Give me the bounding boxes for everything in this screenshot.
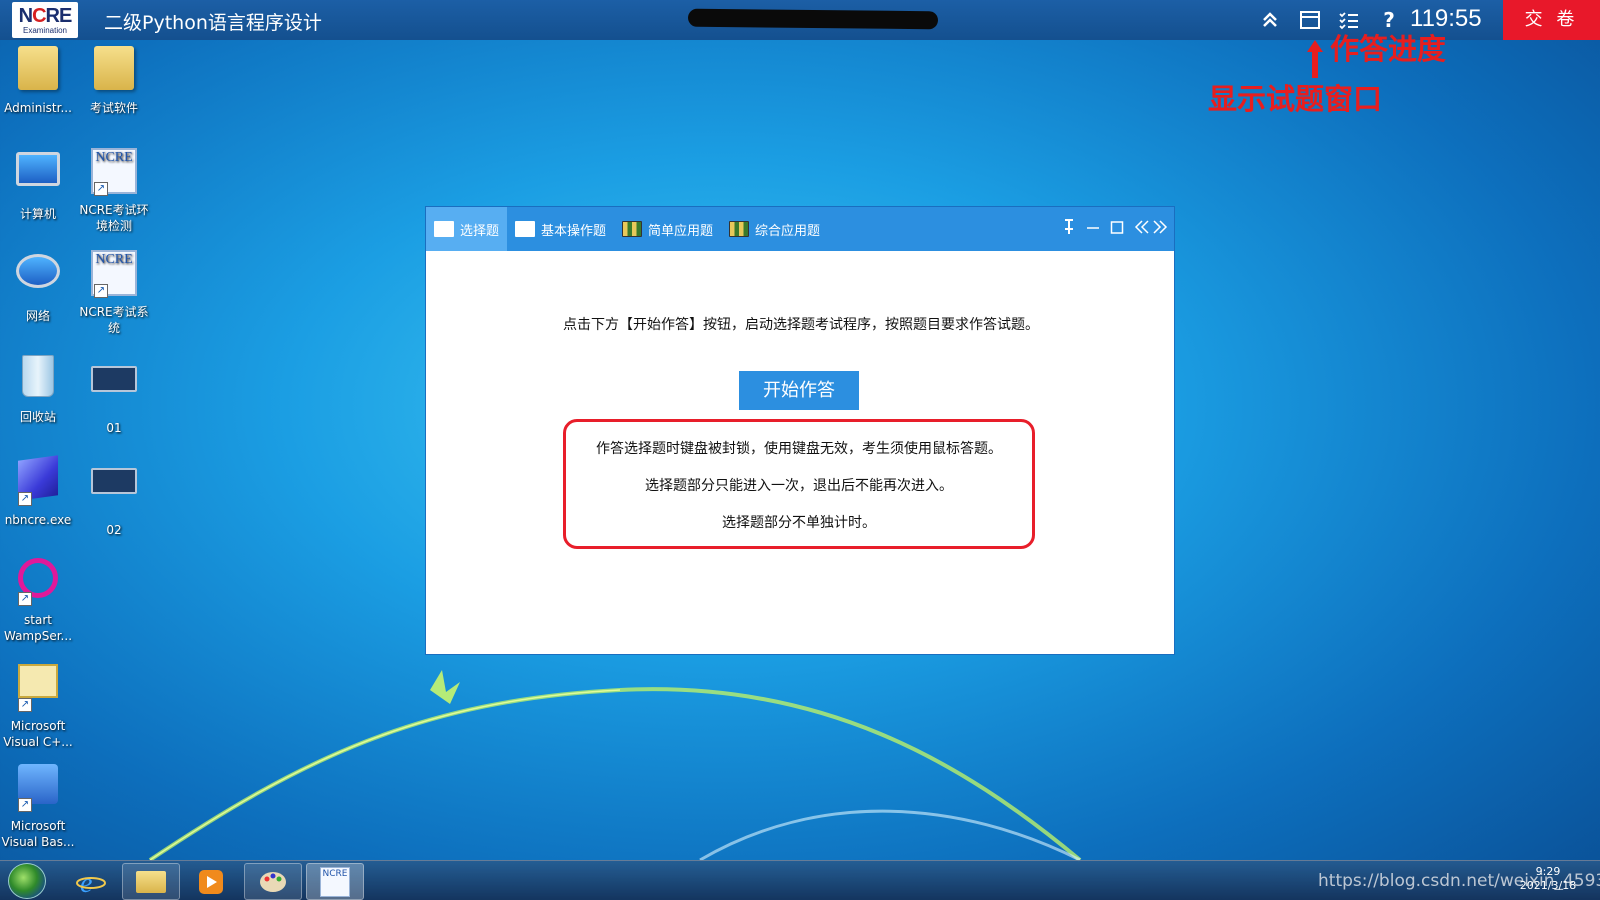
clock-date: 2021/3/18: [1519, 879, 1577, 892]
desktop-icon-02[interactable]: 02: [74, 454, 154, 538]
maximize-icon[interactable]: [1110, 219, 1124, 239]
desktop-icon-label: NCRE考试系统: [79, 305, 149, 335]
note-enter-once: 选择题部分只能进入一次，退出后不能再次进入。: [645, 478, 953, 494]
instruction-text: 点击下方【开始作答】按钮，启动选择题考试程序，按照题目要求作答试题。: [563, 317, 1039, 333]
window-icon: [91, 468, 137, 494]
logo-text: NCRE: [18, 4, 73, 27]
system-clock[interactable]: 9:29 2021/3/18: [1518, 865, 1578, 893]
desktop-icon-computer[interactable]: 计算机: [0, 148, 78, 222]
expand-right-icon[interactable]: [1152, 219, 1168, 239]
tab-comprehensive-application[interactable]: 综合应用题: [721, 207, 828, 251]
paint-icon[interactable]: [244, 863, 302, 900]
user-folder-icon: [18, 46, 58, 90]
desktop-icon-label: Administr...: [4, 101, 72, 115]
exam-title: 二级Python语言程序设计: [104, 12, 322, 34]
chart-icon: [729, 221, 750, 237]
pin-icon[interactable]: [1062, 219, 1076, 239]
redacted-candidate-info: [687, 8, 939, 30]
desktop-icon-label: 考试软件: [89, 101, 138, 115]
chart-icon: [622, 221, 643, 237]
desktop-icon-label: 网络: [25, 309, 50, 323]
annotation-show-window: 显示试题窗口: [1208, 82, 1383, 116]
tab-simple-application[interactable]: 简单应用题: [614, 207, 721, 251]
start-answering-button[interactable]: 开始作答: [739, 371, 859, 410]
ncre-taskbar-button[interactable]: NCRE: [306, 863, 364, 900]
start-button[interactable]: [8, 863, 46, 899]
note-keyboard-locked: 作答选择题时键盘被封锁，使用键盘无效，考生须使用鼠标答题。: [596, 441, 1002, 457]
tab-label: 综合应用题: [755, 223, 821, 239]
file-explorer-icon[interactable]: [122, 863, 180, 900]
collapse-left-icon[interactable]: [1134, 219, 1150, 239]
visual-cpp-icon: [18, 664, 58, 698]
tab-label: 简单应用题: [648, 223, 714, 239]
desktop-icon-label: 回收站: [19, 410, 56, 424]
svg-text:e: e: [80, 868, 92, 897]
annotation-arrow-icon: [1307, 40, 1323, 78]
computer-icon: [16, 152, 60, 186]
desktop-icon-visual-cpp[interactable]: ↗ Microsoft Visual C+...: [0, 658, 78, 750]
question-tabs: 选择题 基本操作题 简单应用题 综合应用题: [426, 207, 1174, 251]
annotation-progress: 作答进度: [1330, 32, 1447, 66]
desktop-icon-exam-software[interactable]: 考试软件: [74, 46, 154, 116]
submit-exam-button[interactable]: 交 卷: [1503, 0, 1600, 40]
desktop-icon-label: NCRE考试环境检测: [79, 203, 149, 233]
ncre-taskbar-label: NCRE: [320, 866, 350, 897]
show-window-icon[interactable]: [1298, 8, 1322, 32]
network-icon: [16, 254, 60, 288]
desktop-icon-label: 02: [106, 523, 122, 537]
clock-time: 9:29: [1535, 865, 1561, 878]
minimize-icon[interactable]: [1086, 219, 1100, 239]
internet-explorer-icon[interactable]: e: [62, 863, 120, 900]
collapse-up-icon[interactable]: [1258, 8, 1282, 32]
desktop-icon-label: Microsoft Visual Bas...: [1, 819, 75, 849]
media-player-icon[interactable]: [182, 863, 240, 900]
desktop-icon-label: nbncre.exe: [4, 513, 72, 527]
desktop-icon-label: start WampSer...: [3, 613, 73, 643]
desktop-icon-ncre-system[interactable]: NCRE ↗ NCRE考试系统: [74, 250, 154, 336]
desktop-icon-network[interactable]: 网络: [0, 250, 78, 324]
logo-subtext: Examination: [22, 25, 68, 35]
ncre-logo: NCRE Examination: [12, 2, 78, 38]
desktop-icon-label: 计算机: [19, 207, 56, 221]
document-icon: [434, 221, 454, 237]
window-play-icon: [515, 221, 536, 237]
window-icon: [91, 366, 137, 392]
desktop-icon-recycle-bin[interactable]: 回收站: [0, 352, 78, 425]
exam-question-window: 选择题 基本操作题 简单应用题 综合应用题 点击下方【开始作答】按钮，启动选择题…: [425, 206, 1175, 655]
tab-choice[interactable]: 选择题: [426, 207, 508, 251]
desktop-icon-01[interactable]: 01: [74, 352, 154, 436]
note-no-separate-timer: 选择题部分不单独计时。: [722, 515, 876, 531]
desktop-icon-visual-basic[interactable]: ↗ Microsoft Visual Bas...: [0, 760, 78, 850]
desktop-icon-ncre-check[interactable]: NCRE ↗ NCRE考试环境检测: [74, 148, 154, 234]
window-controls: [1052, 207, 1168, 251]
recycle-bin-icon: [22, 355, 54, 397]
tab-basic-operation[interactable]: 基本操作题: [507, 207, 614, 251]
tab-label: 选择题: [460, 223, 500, 239]
folder-icon: [94, 46, 134, 90]
tab-label: 基本操作题: [541, 223, 607, 239]
desktop-icon-wamp[interactable]: ↗ start WampSer...: [0, 556, 78, 644]
desktop-icon-administrator[interactable]: Administr...: [0, 46, 78, 116]
desktop-icon-label: 01: [106, 421, 122, 435]
desktop-icon-nbncre[interactable]: ↗ nbncre.exe: [0, 454, 78, 528]
notes-highlight-box: 作答选择题时键盘被封锁，使用键盘无效，考生须使用鼠标答题。 选择题部分只能进入一…: [563, 419, 1035, 549]
desktop-icon-label: Microsoft Visual C+...: [3, 719, 73, 749]
